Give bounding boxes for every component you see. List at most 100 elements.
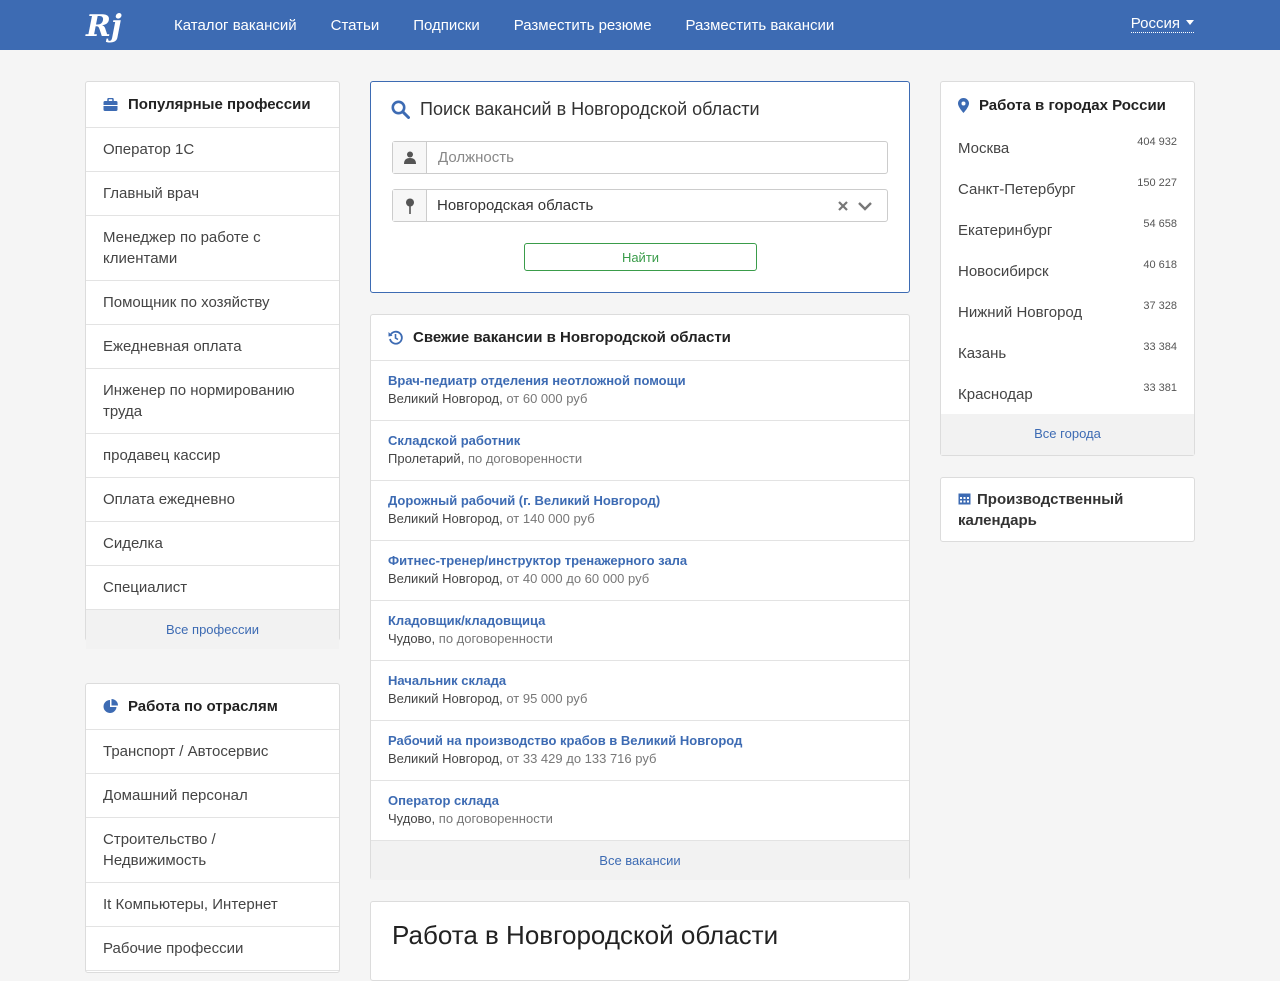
vacancy-city: Великий Новгород: [388, 571, 500, 586]
production-calendar-card[interactable]: Производственный календарь: [940, 477, 1195, 542]
city-name: Екатеринбург: [958, 222, 1053, 239]
profession-item[interactable]: Помощник по хозяйству: [86, 281, 339, 325]
vacancy-title-link[interactable]: Начальник склада: [388, 672, 892, 689]
vacancy-city: Чудово: [388, 811, 432, 826]
city-count: 404 932: [1137, 136, 1177, 148]
industries-card: Работа по отраслям Транспорт / Автосерви…: [85, 683, 340, 973]
nav-post-vacancy[interactable]: Разместить вакансии: [686, 17, 835, 34]
region-label: Россия: [1130, 15, 1180, 32]
profession-item[interactable]: Специалист: [86, 566, 339, 610]
vacancy-city: Чудово: [388, 631, 432, 646]
vacancy-item: Оператор склада Чудово, по договоренност…: [371, 781, 909, 841]
clear-icon[interactable]: [837, 200, 849, 212]
vacancy-item: Фитнес-тренер/инструктор тренажерного за…: [371, 541, 909, 601]
pie-chart-icon: [103, 699, 118, 713]
vacancy-city: Великий Новгород: [388, 751, 500, 766]
city-item[interactable]: Новосибирск 40 618: [941, 251, 1194, 292]
cities-title: Работа в городах России: [979, 96, 1166, 114]
user-icon: [393, 142, 427, 173]
svg-text:Rj: Rj: [85, 9, 122, 44]
profession-item[interactable]: Инженер по нормированию труда: [86, 369, 339, 434]
city-name: Новосибирск: [958, 263, 1049, 280]
region-select[interactable]: Новгородская область: [392, 189, 888, 222]
map-pin-icon: [393, 190, 427, 221]
city-item[interactable]: Москва 404 932: [941, 128, 1194, 169]
industry-item[interactable]: Транспорт / Автосервис: [86, 730, 339, 774]
all-vacancies-link[interactable]: Все вакансии: [371, 841, 909, 880]
vacancy-item: Рабочий на производство крабов в Великий…: [371, 721, 909, 781]
vacancy-title-link[interactable]: Дорожный рабочий (г. Великий Новгород): [388, 492, 892, 509]
vacancy-meta: Пролетарий, по договоренности: [388, 451, 583, 466]
vacancy-meta: Великий Новгород, от 40 000 до 60 000 ру…: [388, 571, 650, 586]
city-item[interactable]: Екатеринбург 54 658: [941, 210, 1194, 251]
city-item[interactable]: Нижний Новгород 37 328: [941, 292, 1194, 333]
vacancy-salary: от 40 000 до 60 000 руб: [506, 571, 650, 586]
vacancy-title-link[interactable]: Фитнес-тренер/инструктор тренажерного за…: [388, 552, 892, 569]
city-name: Краснодар: [958, 386, 1033, 403]
industry-item[interactable]: Строительство / Недвижимость: [86, 818, 339, 883]
industry-item[interactable]: Домашний персонал: [86, 774, 339, 818]
vacancy-salary: по договоренности: [467, 451, 583, 466]
city-name: Санкт-Петербург: [958, 181, 1076, 198]
vacancy-title-link[interactable]: Оператор склада: [388, 792, 892, 809]
profession-item[interactable]: Оператор 1С: [86, 128, 339, 172]
profession-item[interactable]: продавец кассир: [86, 434, 339, 478]
briefcase-icon: [103, 97, 118, 111]
search-card: Поиск вакансий в Новгородской области Но…: [370, 81, 910, 293]
vacancy-city: Великий Новгород: [388, 511, 500, 526]
industries-title: Работа по отраслям: [128, 698, 278, 715]
profession-item[interactable]: Менеджер по работе с клиентами: [86, 216, 339, 281]
nav-post-resume[interactable]: Разместить резюме: [514, 17, 652, 34]
search-title-text: Поиск вакансий в Новгородской области: [420, 99, 760, 119]
vacancy-city: Великий Новгород: [388, 391, 500, 406]
vacancy-meta: Великий Новгород, от 95 000 руб: [388, 691, 588, 706]
profession-item[interactable]: Ежедневная оплата: [86, 325, 339, 369]
calendar-title: Производственный календарь: [958, 491, 1124, 529]
chevron-down-icon[interactable]: [857, 200, 873, 212]
region-dropdown[interactable]: Россия: [1130, 15, 1194, 33]
fresh-vacancies-card: Свежие вакансии в Новгородской области В…: [370, 314, 910, 880]
industry-item[interactable]: It Компьютеры, Интернет: [86, 883, 339, 927]
map-marker-icon: [958, 97, 969, 113]
vacancy-item: Дорожный рабочий (г. Великий Новгород) В…: [371, 481, 909, 541]
cities-header: Работа в городах России: [941, 82, 1194, 128]
vacancy-city: Пролетарий: [388, 451, 461, 466]
fresh-vacancies-header: Свежие вакансии в Новгородской области: [371, 315, 909, 361]
vacancy-meta: Великий Новгород, от 33 429 до 133 716 р…: [388, 751, 657, 766]
city-name: Нижний Новгород: [958, 304, 1083, 321]
caret-down-icon: [1186, 20, 1194, 25]
vacancy-item: Складской работник Пролетарий, по догово…: [371, 421, 909, 481]
city-count: 150 227: [1137, 177, 1177, 189]
vacancy-title-link[interactable]: Кладовщик/кладовщица: [388, 612, 892, 629]
calendar-icon: [958, 493, 971, 505]
find-button[interactable]: Найти: [524, 243, 757, 271]
position-field: [392, 141, 888, 174]
all-professions-link[interactable]: Все профессии: [86, 610, 339, 649]
site-logo[interactable]: Rj: [84, 4, 126, 46]
profession-item[interactable]: Оплата ежедневно: [86, 478, 339, 522]
nav-subscriptions[interactable]: Подписки: [413, 17, 480, 34]
cities-card: Работа в городах России Москва 404 932 С…: [940, 81, 1195, 456]
city-item[interactable]: Краснодар 33 381: [941, 374, 1194, 415]
city-count: 33 384: [1143, 341, 1177, 353]
vacancy-title-link[interactable]: Рабочий на производство крабов в Великий…: [388, 732, 892, 749]
city-count: 40 618: [1143, 259, 1177, 271]
vacancy-salary: от 60 000 руб: [506, 391, 588, 406]
nav-catalog[interactable]: Каталог вакансий: [174, 17, 297, 34]
position-input[interactable]: [427, 142, 887, 173]
city-name: Казань: [958, 345, 1007, 362]
profession-item[interactable]: Главный врач: [86, 172, 339, 216]
industry-item[interactable]: Рабочие профессии: [86, 927, 339, 971]
vacancy-title-link[interactable]: Складской работник: [388, 432, 892, 449]
vacancy-item: Кладовщик/кладовщица Чудово, по договоре…: [371, 601, 909, 661]
vacancy-item: Врач-педиатр отделения неотложной помощи…: [371, 361, 909, 421]
vacancy-meta: Великий Новгород, от 60 000 руб: [388, 391, 588, 406]
all-cities-link[interactable]: Все города: [941, 414, 1194, 455]
fresh-vacancies-title: Свежие вакансии в Новгородской области: [413, 329, 731, 346]
profession-item[interactable]: Сиделка: [86, 522, 339, 566]
city-item[interactable]: Санкт-Петербург 150 227: [941, 169, 1194, 210]
search-title: Поиск вакансий в Новгородской области: [391, 99, 760, 120]
nav-articles[interactable]: Статьи: [331, 17, 380, 34]
city-item[interactable]: Казань 33 384: [941, 333, 1194, 374]
vacancy-title-link[interactable]: Врач-педиатр отделения неотложной помощи: [388, 372, 892, 389]
